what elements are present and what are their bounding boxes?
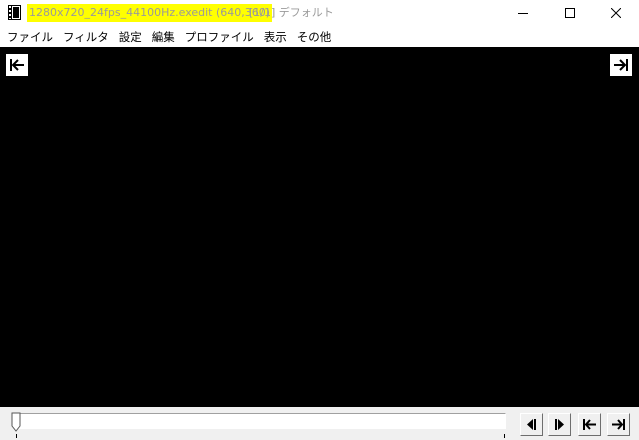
go-to-end-button[interactable] [607,413,630,436]
window-title: 1280x720_24fps_44100Hz.exedit (640,360) [27,4,273,22]
minimize-button[interactable] [500,0,546,26]
seek-tick-end [504,434,505,438]
skip-to-start-icon [583,419,596,430]
close-button[interactable] [593,0,639,26]
minimize-icon [518,13,528,14]
menu-other[interactable]: その他 [292,27,337,47]
skip-to-start-icon [10,59,24,71]
menu-bar: ファイル フィルタ 設定 編集 プロファイル 表示 その他 [0,27,639,47]
seek-tick-start [16,434,17,438]
step-back-icon [527,419,536,430]
seek-bar-track[interactable] [16,413,506,429]
skip-to-end-icon [614,59,628,71]
seek-bar[interactable] [11,412,508,438]
menu-edit[interactable]: 編集 [147,27,180,47]
menu-file[interactable]: ファイル [2,27,58,47]
jump-to-end-button[interactable] [610,54,632,76]
maximize-button[interactable] [547,0,593,26]
go-to-start-button[interactable] [578,413,601,436]
main-window: 1280x720_24fps_44100Hz.exedit (640,360) … [0,0,639,440]
window-title-profile: [1/1] デフォルト [249,6,334,19]
video-preview-canvas[interactable] [0,47,639,407]
next-frame-button[interactable] [548,413,571,436]
maximize-icon [565,8,575,18]
step-forward-icon [555,419,564,430]
playback-bar [0,407,639,440]
menu-filter[interactable]: フィルタ [58,27,114,47]
filmstrip-icon [8,5,21,20]
menu-view[interactable]: 表示 [259,27,292,47]
close-icon [611,8,621,18]
menu-profile[interactable]: プロファイル [180,27,259,47]
title-bar[interactable]: 1280x720_24fps_44100Hz.exedit (640,360) … [0,0,639,26]
previous-frame-button[interactable] [520,413,543,436]
jump-to-start-button[interactable] [6,54,28,76]
menu-settings[interactable]: 設定 [114,27,147,47]
seek-thumb[interactable] [11,412,22,432]
skip-to-end-icon [612,419,625,430]
